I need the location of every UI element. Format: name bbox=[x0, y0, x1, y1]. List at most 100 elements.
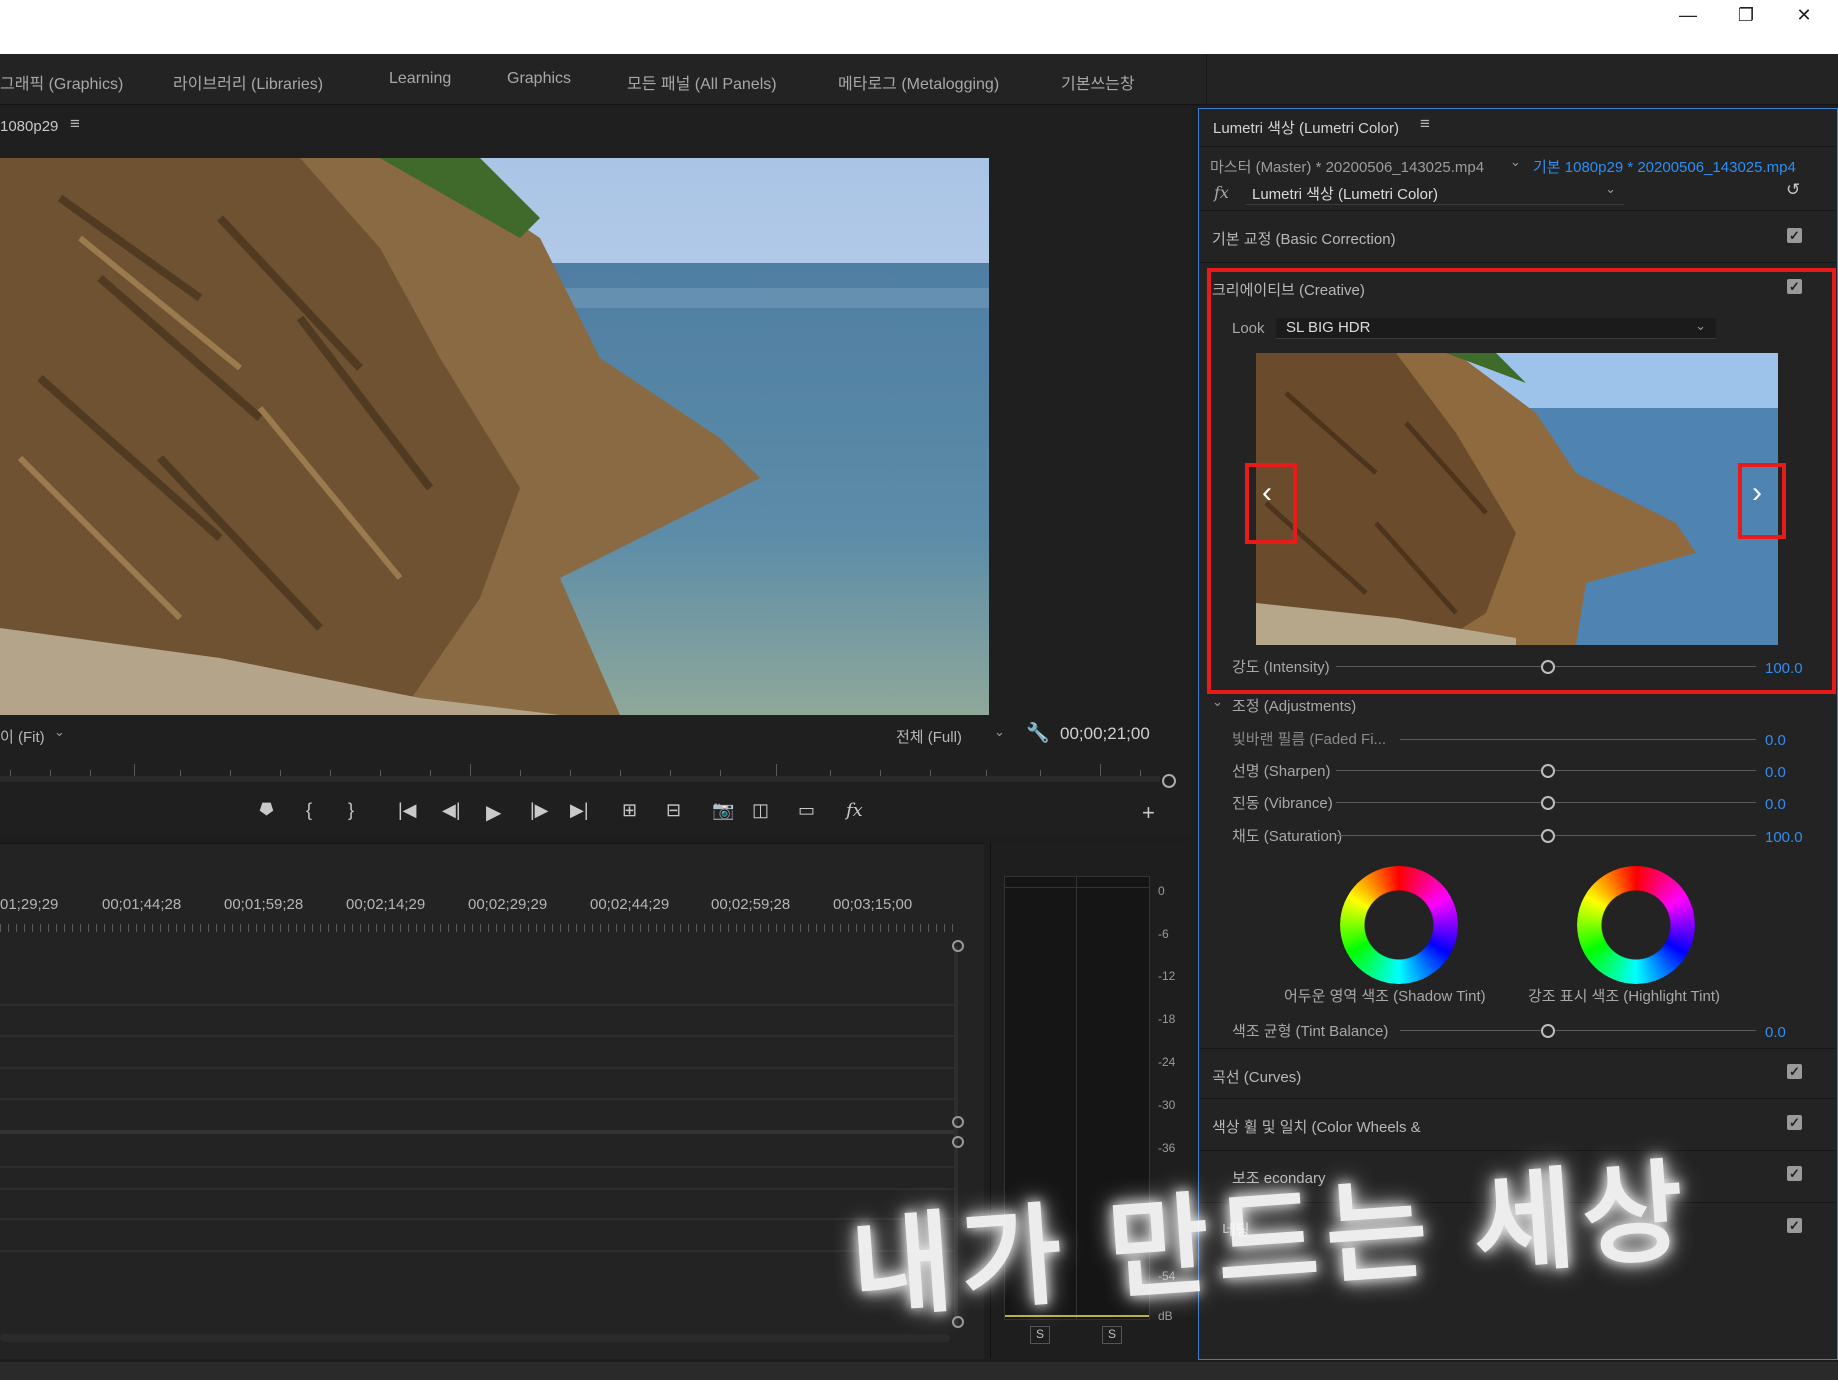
section-divider bbox=[1200, 1098, 1836, 1099]
faded-film-slider-track[interactable] bbox=[1400, 739, 1756, 740]
lift-icon[interactable]: ⊞ bbox=[622, 800, 637, 821]
vignette-checkbox[interactable]: ✓ bbox=[1787, 1218, 1802, 1233]
minimize-button[interactable]: — bbox=[1660, 0, 1716, 30]
section-divider bbox=[1200, 262, 1836, 263]
hamburger-menu-icon[interactable]: ≡ bbox=[70, 114, 80, 134]
tint-balance-label: 색조 균형 (Tint Balance) bbox=[1232, 1023, 1389, 1040]
safe-margins-icon[interactable]: ▭ bbox=[798, 800, 815, 821]
vibrance-slider-knob[interactable] bbox=[1541, 796, 1555, 810]
shadow-tint-wheel[interactable] bbox=[1340, 866, 1458, 984]
resolution-dropdown[interactable]: 전체 (Full) bbox=[896, 726, 962, 747]
timeline-timecode: 00;02;44;29 bbox=[590, 896, 670, 913]
effect-select-dropdown[interactable]: Lumetri 색상 (Lumetri Color) ⌄ bbox=[1246, 181, 1624, 205]
go-to-in-icon[interactable]: |◀ bbox=[398, 800, 417, 821]
adjustments-header[interactable]: 조정 (Adjustments) bbox=[1232, 695, 1356, 716]
play-icon[interactable]: ▶ bbox=[486, 800, 501, 825]
curves-checkbox[interactable]: ✓ bbox=[1787, 1064, 1802, 1079]
master-clip-tab[interactable]: 마스터 (Master) * 20200506_143025.mp4 bbox=[1210, 156, 1484, 177]
step-back-icon[interactable]: ◀| bbox=[442, 800, 461, 821]
vibrance-value[interactable]: 0.0 bbox=[1765, 796, 1786, 813]
mark-out-icon[interactable]: } bbox=[348, 800, 354, 821]
timeline-ruler-ticks[interactable] bbox=[0, 924, 955, 932]
add-marker-icon[interactable]: ⯂ bbox=[258, 800, 272, 821]
scroll-handle[interactable] bbox=[952, 1116, 964, 1128]
close-button[interactable]: ✕ bbox=[1776, 0, 1832, 30]
faded-film-value[interactable]: 0.0 bbox=[1765, 732, 1786, 749]
tint-balance-slider-track[interactable] bbox=[1400, 1030, 1756, 1031]
playhead-timecode[interactable]: 00;00;21;00 bbox=[1060, 724, 1150, 744]
db-scale-label: -6 bbox=[1158, 927, 1169, 941]
sequence-clip-tab[interactable]: 기본 1080p29 * 20200506_143025.mp4 bbox=[1533, 156, 1796, 177]
section-divider bbox=[1200, 210, 1836, 211]
tab-graphics[interactable]: Graphics bbox=[507, 70, 571, 88]
tab-graphics-ko[interactable]: 그래픽 (Graphics) bbox=[0, 70, 123, 94]
tab-libraries[interactable]: 라이브러리 (Libraries) bbox=[173, 70, 323, 94]
shadow-tint-label: 어두운 영역 색조 (Shadow Tint) bbox=[1284, 988, 1486, 1005]
tint-balance-slider-knob[interactable] bbox=[1541, 1024, 1555, 1038]
solo-right-button[interactable]: S bbox=[1102, 1326, 1122, 1344]
db-scale-label: -36 bbox=[1158, 1141, 1176, 1155]
tab-learning[interactable]: Learning bbox=[389, 70, 451, 88]
video-audio-divider[interactable] bbox=[0, 1130, 955, 1134]
color-wheels-header[interactable]: 색상 휠 및 일치 (Color Wheels & bbox=[1212, 1116, 1421, 1137]
track-divider bbox=[0, 1218, 955, 1220]
color-wheels-checkbox[interactable]: ✓ bbox=[1787, 1115, 1802, 1130]
tab-all-panels[interactable]: 모든 패널 (All Panels) bbox=[627, 70, 777, 94]
lumetri-panel-title: Lumetri 색상 (Lumetri Color) bbox=[1213, 120, 1399, 137]
timeline-timecode: 00;02;59;28 bbox=[711, 896, 791, 913]
fx-icon[interactable]: fx bbox=[846, 800, 863, 821]
hamburger-menu-icon[interactable]: ≡ bbox=[1420, 114, 1430, 134]
track-divider bbox=[0, 1004, 955, 1006]
highlight-tint-wheel[interactable] bbox=[1577, 866, 1695, 984]
tab-custom-workspace[interactable]: 기본쓰는창 bbox=[1061, 70, 1135, 94]
saturation-slider-knob[interactable] bbox=[1541, 829, 1555, 843]
mark-in-icon[interactable]: { bbox=[306, 800, 312, 821]
timeline-timecode: 01;29;29 bbox=[0, 896, 59, 913]
track-divider bbox=[0, 1098, 955, 1100]
chevron-down-icon[interactable]: ⌄ bbox=[54, 724, 65, 740]
scroll-track[interactable] bbox=[0, 776, 1160, 782]
add-button-icon[interactable]: + bbox=[1142, 800, 1155, 826]
chevron-down-icon[interactable]: ⌄ bbox=[994, 724, 1005, 740]
solo-left-button[interactable]: S bbox=[1030, 1326, 1050, 1344]
chevron-down-icon[interactable]: ⌄ bbox=[1212, 694, 1223, 710]
saturation-value[interactable]: 100.0 bbox=[1765, 829, 1803, 846]
chevron-down-icon[interactable]: ⌄ bbox=[1510, 154, 1521, 170]
reset-icon[interactable]: ↺ bbox=[1786, 180, 1800, 200]
timeline-timecode: 00;01;59;28 bbox=[224, 896, 304, 913]
tabs-divider bbox=[1206, 54, 1207, 104]
sharpen-value[interactable]: 0.0 bbox=[1765, 764, 1786, 781]
previous-look-highlight bbox=[1245, 463, 1297, 544]
step-forward-icon[interactable]: |▶ bbox=[530, 800, 549, 821]
scroll-handle[interactable] bbox=[952, 1136, 964, 1148]
curves-header[interactable]: 곡선 (Curves) bbox=[1212, 1066, 1301, 1087]
db-scale-label: -24 bbox=[1158, 1055, 1176, 1069]
camera-icon[interactable]: 📷 bbox=[712, 800, 734, 821]
sharpen-slider-knob[interactable] bbox=[1541, 764, 1555, 778]
sharpen-label: 선명 (Sharpen) bbox=[1232, 763, 1331, 780]
go-to-out-icon[interactable]: ▶| bbox=[570, 800, 589, 821]
timeline-timecode: 00;02;29;29 bbox=[468, 896, 548, 913]
scroll-handle[interactable] bbox=[952, 940, 964, 952]
zoom-level-dropdown[interactable]: 이 (Fit) bbox=[0, 726, 45, 747]
wrench-icon[interactable]: 🔧 bbox=[1026, 721, 1050, 745]
window-title-bar: — ❐ ✕ bbox=[0, 0, 1838, 54]
timeline-panel bbox=[0, 843, 984, 1359]
vibrance-label: 진동 (Vibrance) bbox=[1232, 795, 1333, 812]
zoom-handle[interactable] bbox=[1162, 774, 1176, 788]
sequence-name: 1080p29 bbox=[0, 118, 59, 135]
db-scale-label: -30 bbox=[1158, 1098, 1176, 1112]
basic-correction-checkbox[interactable]: ✓ bbox=[1787, 228, 1802, 243]
basic-correction-header[interactable]: 기본 교정 (Basic Correction) bbox=[1212, 228, 1396, 249]
extract-icon[interactable]: ⊟ bbox=[666, 800, 681, 821]
effect-select-value: Lumetri 색상 (Lumetri Color) bbox=[1252, 186, 1438, 203]
restore-button[interactable]: ❐ bbox=[1718, 0, 1774, 30]
track-divider bbox=[0, 1188, 955, 1190]
hsl-secondary-checkbox[interactable]: ✓ bbox=[1787, 1166, 1802, 1181]
tint-balance-value[interactable]: 0.0 bbox=[1765, 1024, 1786, 1041]
timeline-timecode: 00;03;15;00 bbox=[833, 896, 913, 913]
comparison-view-icon[interactable]: ◫ bbox=[752, 800, 769, 821]
monitor-time-ruler[interactable] bbox=[0, 760, 1170, 776]
tab-metalogging[interactable]: 메타로그 (Metalogging) bbox=[838, 70, 999, 94]
timeline-horizontal-scrollbar[interactable] bbox=[0, 1334, 950, 1342]
